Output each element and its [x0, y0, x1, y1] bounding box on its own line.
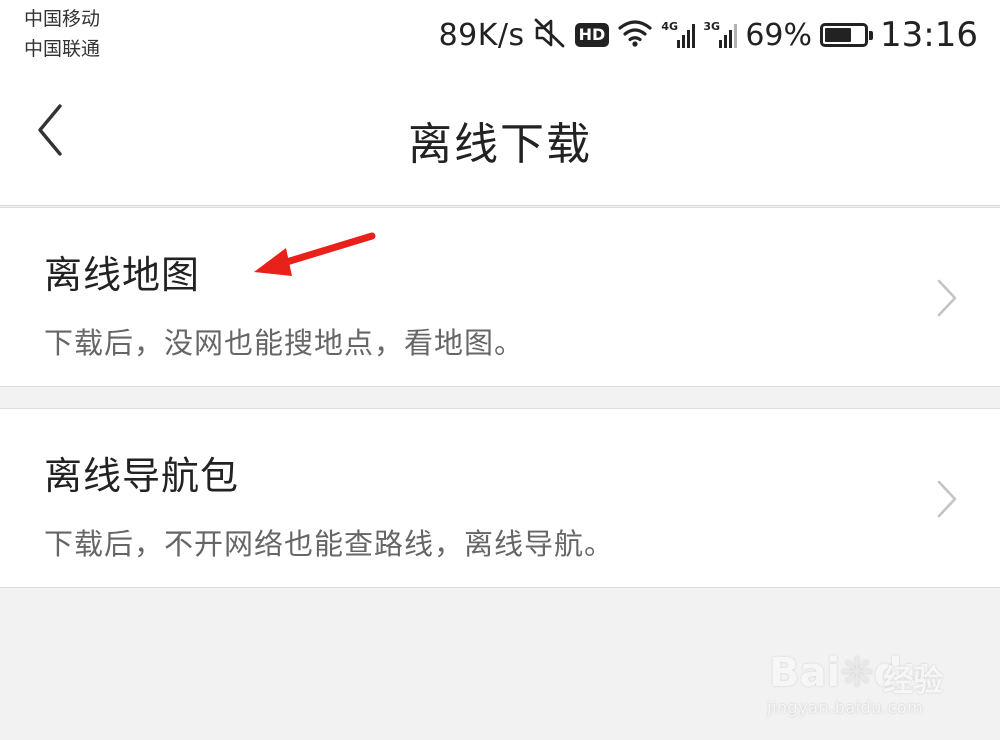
carrier-2-label: 中国联通: [24, 38, 101, 60]
battery-fill: [825, 28, 852, 42]
signal-3g-icon: 3G: [703, 20, 738, 50]
annotation-arrow: [254, 232, 376, 276]
sim2-network-type: 3G: [703, 20, 721, 33]
signal-4g-icon: 4G: [661, 20, 696, 50]
top-area: 中国移动 中国联通 89K/s HD 4G 3G 69% 13:16 离线下载: [0, 0, 1000, 206]
paw-icon: ❋: [840, 650, 874, 696]
sim1-network-type: 4G: [661, 20, 679, 33]
item-description: 下载后，不开网络也能查路线，离线导航。: [44, 527, 615, 561]
item-title: 离线地图: [44, 253, 201, 297]
network-speed: 89K/s: [438, 17, 525, 53]
status-bar: 89K/s HD 4G 3G 69% 13:16: [439, 14, 978, 56]
page-title: 离线下载: [408, 119, 592, 170]
hd-icon: HD: [574, 23, 610, 47]
item-title: 离线导航包: [44, 454, 240, 498]
baidu-jingyan-watermark: Bai❋du 经验 jingyan.baidu.com: [765, 630, 965, 720]
chevron-right-icon: [937, 279, 957, 317]
mute-icon: [533, 17, 567, 53]
watermark-url: jingyan.baidu.com: [767, 698, 924, 717]
battery-percentage: 69%: [745, 17, 813, 53]
clock: 13:16: [880, 15, 978, 55]
list-item-offline-navigation[interactable]: 离线导航包 下载后，不开网络也能查路线，离线导航。: [0, 408, 1000, 588]
watermark-brand: Bai: [769, 650, 841, 696]
chevron-right-icon: [937, 480, 957, 518]
battery-icon: [820, 23, 874, 47]
carrier-1-label: 中国移动: [24, 8, 101, 30]
wifi-icon: [617, 18, 653, 52]
watermark-product: 经验: [883, 664, 943, 699]
item-description: 下载后，没网也能搜地点，看地图。: [44, 326, 525, 360]
list-item-offline-map[interactable]: 离线地图 下载后，没网也能搜地点，看地图。: [0, 207, 1000, 387]
